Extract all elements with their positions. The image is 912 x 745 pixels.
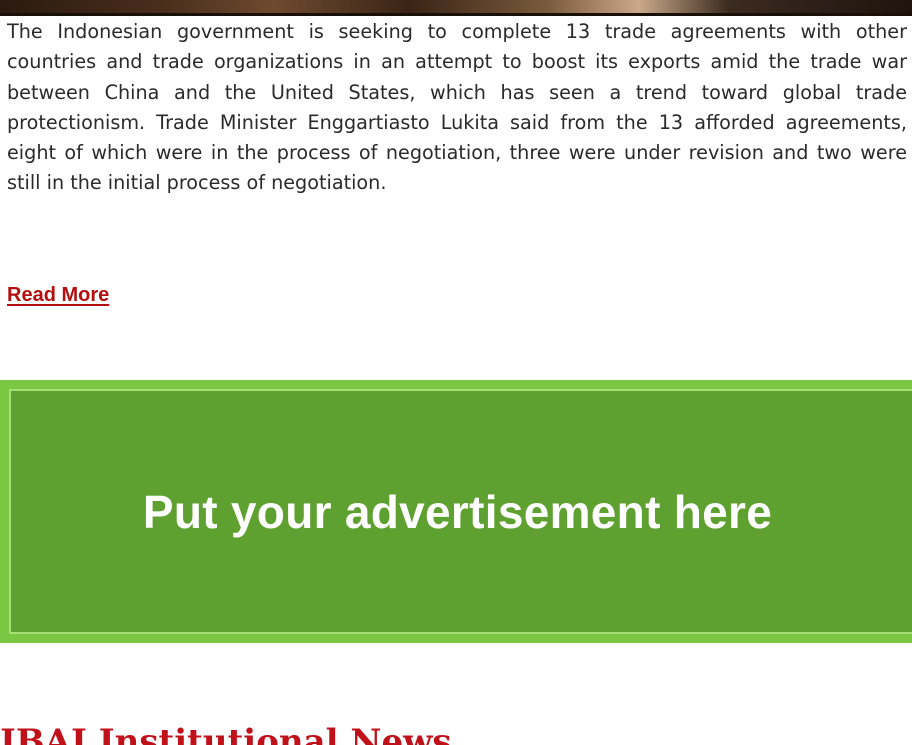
section-title: IBAI Institutional News: [0, 722, 452, 745]
article-body: The Indonesian government is seeking to …: [7, 20, 907, 195]
advertisement-banner[interactable]: Put your advertisement here: [0, 380, 912, 643]
advertisement-text: Put your advertisement here: [142, 485, 773, 538]
newsletter-page: The Indonesian government is seeking to …: [0, 0, 912, 745]
article-photo: [0, 0, 912, 16]
advertisement-panel: Put your advertisement here: [9, 389, 912, 634]
read-more-link[interactable]: Read More: [7, 284, 109, 307]
